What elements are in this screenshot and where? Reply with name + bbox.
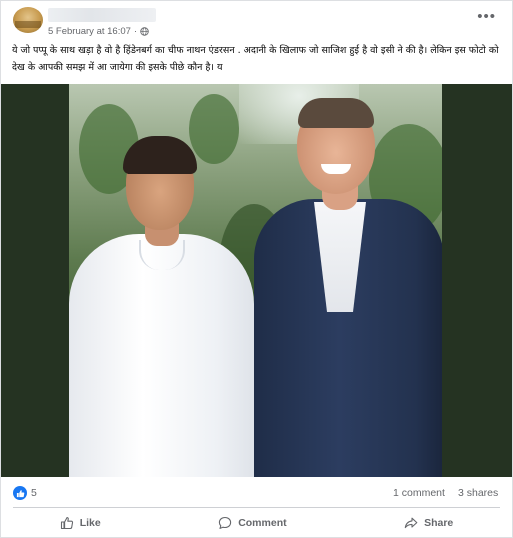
post-stats: 5 1 comment 3 shares bbox=[1, 477, 512, 507]
author-name-redacted[interactable] bbox=[48, 8, 156, 22]
post-text: ये जो पप्पू के साथ खड़ा है वो है हिंडेनब… bbox=[12, 45, 499, 73]
comment-count[interactable]: 1 comment bbox=[393, 487, 445, 499]
comment-label: Comment bbox=[238, 517, 287, 529]
comment-icon bbox=[219, 516, 232, 529]
share-count[interactable]: 3 shares bbox=[458, 487, 498, 499]
post-photo[interactable] bbox=[1, 84, 512, 477]
photo-content bbox=[69, 84, 442, 477]
post-card: 5 February at 16:07 · ••• ये जो पप्पू के… bbox=[0, 0, 513, 538]
share-icon bbox=[404, 517, 418, 529]
comment-button[interactable]: Comment bbox=[218, 516, 287, 530]
like-button[interactable]: Like bbox=[60, 516, 101, 530]
like-icon bbox=[60, 517, 73, 530]
share-button[interactable]: Share bbox=[404, 516, 453, 530]
share-label: Share bbox=[424, 517, 454, 529]
post-meta: 5 February at 16:07 · bbox=[48, 26, 149, 37]
like-label: Like bbox=[79, 517, 101, 529]
avatar[interactable] bbox=[13, 7, 43, 33]
action-bar: Like Comment Share bbox=[1, 508, 512, 538]
reaction-count[interactable]: 5 bbox=[31, 487, 37, 499]
thumbs-up-icon[interactable] bbox=[13, 486, 27, 500]
person-left-body bbox=[69, 234, 254, 477]
post-timestamp[interactable]: 5 February at 16:07 bbox=[48, 26, 131, 37]
post-header: 5 February at 16:07 · ••• bbox=[1, 1, 512, 39]
ellipsis-icon[interactable]: ••• bbox=[477, 9, 496, 24]
globe-icon bbox=[140, 27, 149, 36]
meta-separator: · bbox=[133, 26, 138, 37]
